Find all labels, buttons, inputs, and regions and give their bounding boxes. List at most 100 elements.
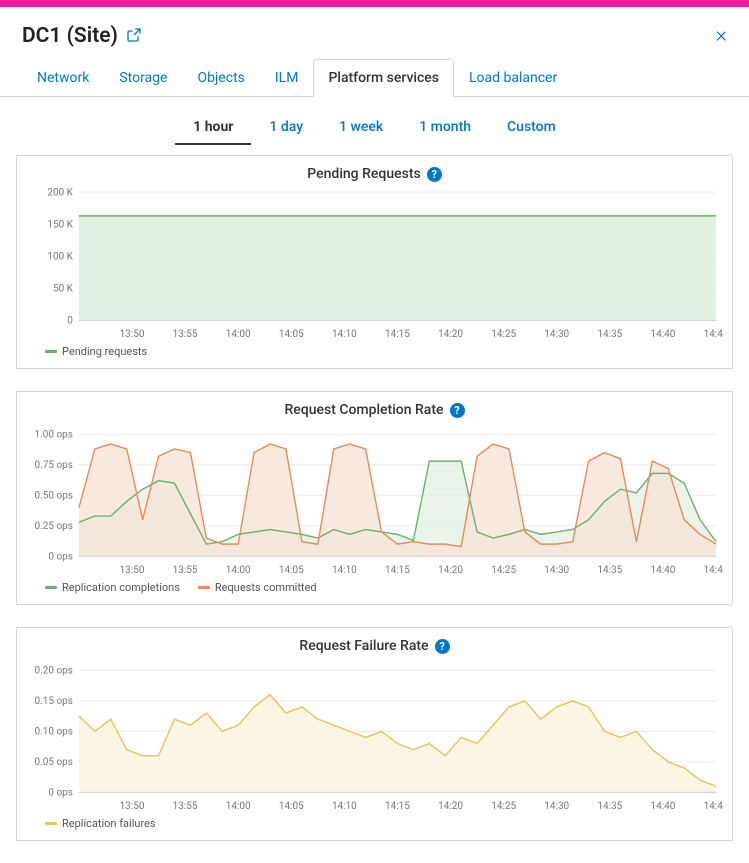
svg-text:14:00: 14:00 bbox=[226, 801, 251, 812]
svg-text:14:10: 14:10 bbox=[332, 565, 357, 576]
svg-text:14:40: 14:40 bbox=[650, 329, 675, 340]
svg-text:14:00: 14:00 bbox=[226, 565, 251, 576]
svg-text:0.10 ops: 0.10 ops bbox=[35, 726, 73, 737]
timerange-1-month[interactable]: 1 month bbox=[401, 111, 489, 145]
svg-text:14:35: 14:35 bbox=[597, 565, 622, 576]
tabs: NetworkStorageObjectsILMPlatform service… bbox=[0, 58, 749, 97]
page-title: DC1 (Site) bbox=[22, 24, 118, 48]
chart-card-1: Request Completion Rate? 0 ops 0.25 ops 0.5… bbox=[16, 391, 733, 605]
chart-card-0: Pending Requests? 0 50 K 100 K 150 K 200 K 13:… bbox=[16, 155, 733, 369]
legend-item: Replication failures bbox=[45, 817, 156, 830]
svg-text:1.00 ops: 1.00 ops bbox=[35, 429, 73, 440]
svg-text:14:30: 14:30 bbox=[544, 801, 569, 812]
legend-label: Replication completions bbox=[62, 581, 180, 594]
tab-objects[interactable]: Objects bbox=[182, 59, 259, 97]
title-group: DC1 (Site) bbox=[22, 24, 142, 48]
help-icon[interactable]: ? bbox=[427, 167, 442, 182]
legend-label: Requests committed bbox=[215, 581, 317, 594]
legend-item: Replication completions bbox=[45, 581, 180, 594]
svg-text:200 K: 200 K bbox=[47, 187, 73, 198]
svg-text:13:50: 13:50 bbox=[120, 329, 145, 340]
svg-text:14:10: 14:10 bbox=[332, 801, 357, 812]
legend-label: Replication failures bbox=[62, 817, 156, 830]
header: DC1 (Site) × bbox=[0, 15, 749, 54]
close-icon[interactable]: × bbox=[715, 23, 727, 48]
svg-text:14:25: 14:25 bbox=[491, 801, 516, 812]
timerange-1-week[interactable]: 1 week bbox=[321, 111, 401, 145]
svg-text:14:30: 14:30 bbox=[544, 329, 569, 340]
svg-text:13:55: 13:55 bbox=[173, 801, 198, 812]
timerange-custom[interactable]: Custom bbox=[489, 111, 574, 145]
tab-platform-services[interactable]: Platform services bbox=[313, 59, 454, 97]
chart-legend: Pending requests bbox=[17, 341, 732, 360]
help-icon[interactable]: ? bbox=[435, 639, 450, 654]
svg-text:0 ops: 0 ops bbox=[48, 551, 73, 562]
svg-text:13:55: 13:55 bbox=[173, 565, 198, 576]
chart-plot: 0 50 K 100 K 150 K 200 K 13:50 13:55 14:00 14:05… bbox=[17, 186, 732, 341]
svg-text:14:35: 14:35 bbox=[597, 329, 622, 340]
timerange-1-day[interactable]: 1 day bbox=[251, 111, 321, 145]
svg-text:100 K: 100 K bbox=[47, 251, 73, 262]
svg-text:150 K: 150 K bbox=[47, 219, 73, 230]
svg-text:14:20: 14:20 bbox=[438, 801, 463, 812]
svg-text:0 ops: 0 ops bbox=[48, 787, 73, 798]
svg-text:0: 0 bbox=[67, 315, 73, 326]
chart-title: Pending Requests bbox=[307, 166, 420, 182]
svg-text:14:40: 14:40 bbox=[650, 565, 675, 576]
chart-title-row: Pending Requests? bbox=[17, 156, 732, 186]
legend-item: Requests committed bbox=[198, 581, 317, 594]
svg-text:14:00: 14:00 bbox=[226, 329, 251, 340]
svg-text:0.05 ops: 0.05 ops bbox=[35, 757, 73, 768]
svg-text:14:05: 14:05 bbox=[279, 801, 304, 812]
legend-swatch bbox=[45, 586, 57, 589]
tab-network[interactable]: Network bbox=[22, 59, 104, 97]
chart-legend: Replication completions Requests committe… bbox=[17, 577, 732, 596]
svg-text:14:40: 14:40 bbox=[650, 801, 675, 812]
legend-swatch bbox=[45, 822, 57, 825]
svg-text:14:25: 14:25 bbox=[491, 565, 516, 576]
svg-text:0.25 ops: 0.25 ops bbox=[35, 521, 73, 532]
chart-title: Request Failure Rate bbox=[299, 638, 428, 654]
svg-text:14:15: 14:15 bbox=[385, 329, 410, 340]
svg-text:0.75 ops: 0.75 ops bbox=[35, 460, 73, 471]
chart-plot: 0 ops0.05 ops0.10 ops0.15 ops0.20 ops13:… bbox=[17, 658, 732, 813]
chart-title: Request Completion Rate bbox=[284, 402, 443, 418]
svg-text:13:50: 13:50 bbox=[120, 565, 145, 576]
tab-ilm[interactable]: ILM bbox=[260, 59, 314, 97]
svg-text:0.50 ops: 0.50 ops bbox=[35, 490, 73, 501]
legend-swatch bbox=[45, 350, 57, 353]
panel: DC1 (Site) × NetworkStorageObjectsILMPla… bbox=[0, 7, 749, 841]
svg-text:14:10: 14:10 bbox=[332, 329, 357, 340]
top-accent-bar bbox=[0, 0, 749, 7]
svg-text:14:05: 14:05 bbox=[279, 329, 304, 340]
svg-text:50 K: 50 K bbox=[53, 283, 74, 294]
svg-text:14:35: 14:35 bbox=[597, 801, 622, 812]
svg-text:14:15: 14:15 bbox=[385, 801, 410, 812]
timerange-1-hour[interactable]: 1 hour bbox=[175, 111, 251, 145]
legend-swatch bbox=[198, 586, 210, 589]
open-external-icon[interactable] bbox=[126, 27, 142, 47]
svg-text:14:20: 14:20 bbox=[438, 565, 463, 576]
svg-text:14:45: 14:45 bbox=[704, 329, 724, 340]
tab-storage[interactable]: Storage bbox=[104, 59, 182, 97]
svg-text:13:50: 13:50 bbox=[120, 801, 145, 812]
timerange-selector: 1 hour1 day1 week1 monthCustom bbox=[0, 111, 749, 145]
svg-text:14:20: 14:20 bbox=[438, 329, 463, 340]
chart-title-row: Request Completion Rate? bbox=[17, 392, 732, 422]
legend-item: Pending requests bbox=[45, 345, 147, 358]
svg-text:14:45: 14:45 bbox=[704, 801, 724, 812]
svg-text:14:30: 14:30 bbox=[544, 565, 569, 576]
svg-text:14:05: 14:05 bbox=[279, 565, 304, 576]
legend-label: Pending requests bbox=[62, 345, 147, 358]
svg-text:0.20 ops: 0.20 ops bbox=[35, 665, 73, 676]
svg-text:14:25: 14:25 bbox=[491, 329, 516, 340]
tab-load-balancer[interactable]: Load balancer bbox=[454, 59, 572, 97]
chart-title-row: Request Failure Rate? bbox=[17, 628, 732, 658]
chart-legend: Replication failures bbox=[17, 813, 732, 832]
svg-text:14:15: 14:15 bbox=[385, 565, 410, 576]
chart-card-2: Request Failure Rate? 0 ops 0.05 ops 0.10 o… bbox=[16, 627, 733, 841]
help-icon[interactable]: ? bbox=[450, 403, 465, 418]
svg-text:13:55: 13:55 bbox=[173, 329, 198, 340]
svg-text:14:45: 14:45 bbox=[704, 565, 724, 576]
chart-plot: 0 ops 0.25 ops 0.50 ops 0.75 ops 1.00 ops 13:… bbox=[17, 422, 732, 577]
